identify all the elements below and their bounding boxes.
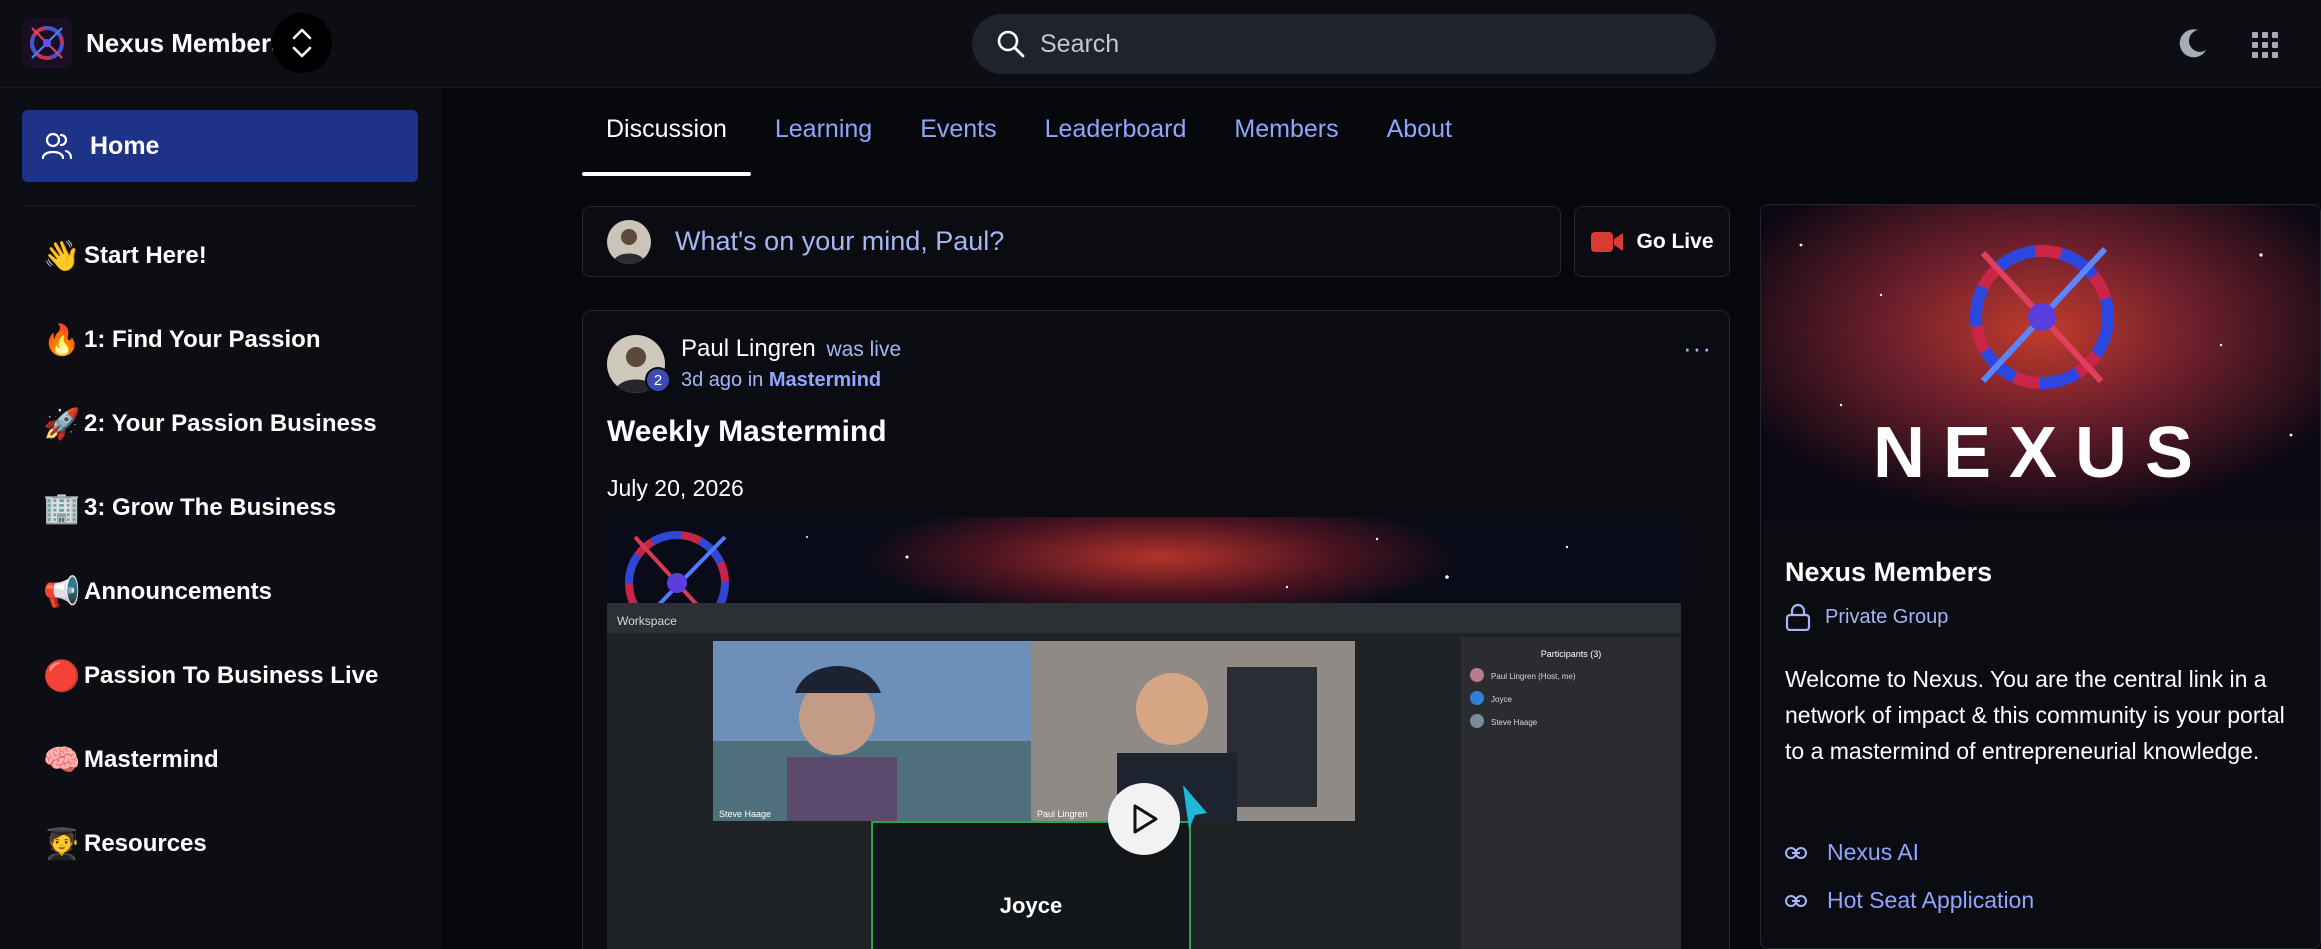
tab-learning[interactable]: Learning	[751, 100, 896, 176]
avatar	[607, 219, 651, 264]
sidebar-item-resources[interactable]: 🧑‍🎓 Resources	[42, 822, 207, 866]
link-nexus-ai[interactable]: Nexus AI	[1785, 839, 1919, 866]
apps-grid-icon[interactable]	[2250, 30, 2280, 60]
composer-prompt: What's on your mind, Paul?	[675, 226, 1005, 256]
privacy-label: Private Group	[1825, 605, 1949, 628]
post-composer[interactable]: What's on your mind, Paul?	[582, 206, 1561, 277]
go-live-button[interactable]: Go Live	[1574, 206, 1730, 277]
participants-title: Participants (3)	[1541, 649, 1602, 659]
sidebar-item-label: 3: Grow The Business	[84, 494, 337, 521]
sidebar-item-start-here[interactable]: 👋 Start Here!	[42, 234, 207, 278]
link-icon	[1785, 894, 1807, 907]
waving-hand-icon: 👋	[43, 239, 81, 273]
moon-icon[interactable]	[2176, 26, 2210, 60]
post-meta: 3d ago in Mastermind	[681, 369, 881, 392]
sidebar-item-label: 2: Your Passion Business	[84, 410, 377, 437]
sidebar-item-announcements[interactable]: 📢 Announcements	[42, 570, 272, 614]
brand[interactable]: Nexus Members	[22, 18, 285, 68]
tab-discussion[interactable]: Discussion	[582, 100, 751, 176]
app-name: Nexus Members	[86, 27, 286, 58]
video-thumbnail-image: Workspace Steve Haage Paul Lingren Joyce…	[607, 517, 1681, 949]
top-bar: Nexus Members	[0, 0, 2321, 88]
brain-icon: 🧠	[43, 743, 81, 777]
privacy-status: Private Group	[1785, 603, 1948, 631]
megaphone-icon: 📢	[43, 575, 81, 609]
link-label: Nexus AI	[1827, 839, 1920, 865]
zoom-window-label: Workspace	[617, 614, 677, 628]
group-info-card: NEXUS Nexus Members Private Group Welcom…	[1760, 204, 2321, 949]
sidebar-divider	[22, 205, 418, 206]
post-live-status: was live	[826, 338, 902, 361]
participant-name: Paul Lingren (Host, me)	[1491, 672, 1576, 681]
office-building-icon: 🏢	[43, 491, 81, 525]
speaker-name: Joyce	[1000, 893, 1062, 918]
search-input[interactable]	[1040, 29, 1660, 59]
post-author-line: Paul Lingren was live	[681, 335, 901, 363]
link-icon	[1785, 846, 1807, 859]
sidebar: Home 👋 Start Here! 🔥 1: Find Your Passio…	[0, 88, 442, 949]
sidebar-item-passion-to-business-live[interactable]: 🔴 Passion To Business Live	[42, 654, 378, 698]
participant-name: Steve Haage	[1491, 718, 1538, 727]
post-card: 2 Paul Lingren was live 3d ago in Master…	[582, 310, 1730, 949]
search-icon	[997, 30, 1025, 58]
sidebar-item-mastermind[interactable]: 🧠 Mastermind	[42, 738, 219, 782]
link-hot-seat-application[interactable]: Hot Seat Application	[1785, 887, 2034, 914]
video-camera-icon	[1591, 231, 1624, 252]
participant-name: Joyce	[1491, 695, 1512, 704]
nexus-logo	[22, 18, 72, 68]
student-icon: 🧑‍🎓	[43, 827, 81, 861]
tab-members[interactable]: Members	[1210, 100, 1362, 176]
tab-events[interactable]: Events	[896, 100, 1020, 176]
sidebar-item-find-your-passion[interactable]: 🔥 1: Find Your Passion	[42, 318, 320, 362]
tab-leaderboard[interactable]: Leaderboard	[1021, 100, 1211, 176]
level-badge: 2	[645, 367, 671, 393]
group-banner: NEXUS	[1761, 205, 2320, 519]
sidebar-item-your-passion-business[interactable]: 🚀 2: Your Passion Business	[42, 402, 377, 446]
post-in-word: in	[747, 369, 764, 391]
sidebar-item-label: Passion To Business Live	[84, 662, 379, 689]
video-thumbnail[interactable]: Workspace Steve Haage Paul Lingren Joyce…	[607, 517, 1681, 949]
community-switcher-button[interactable]	[272, 13, 332, 73]
lock-icon	[1785, 603, 1811, 631]
sidebar-item-label: Home	[90, 131, 160, 160]
users-icon	[42, 132, 72, 160]
tab-about[interactable]: About	[1363, 100, 1476, 176]
banner-logo-text: NEXUS	[1873, 413, 2211, 493]
red-circle-icon: 🔴	[43, 659, 81, 693]
sidebar-item-grow-the-business[interactable]: 🏢 3: Grow The Business	[42, 486, 336, 530]
post-date: July 20, 2026	[607, 475, 744, 501]
post-title: Weekly Mastermind	[607, 415, 887, 448]
post-group-link[interactable]: Mastermind	[769, 369, 881, 391]
switcher-chevrons-icon	[292, 28, 312, 58]
fire-icon: 🔥	[43, 323, 81, 357]
rocket-icon: 🚀	[43, 407, 81, 441]
group-description: Welcome to Nexus. You are the central li…	[1785, 666, 2285, 764]
more-options-icon[interactable]: ···	[1683, 333, 1712, 364]
post-time: 3d ago	[681, 369, 743, 391]
sidebar-item-label: Start Here!	[84, 242, 207, 269]
post-author-name[interactable]: Paul Lingren	[681, 335, 816, 362]
search-bar[interactable]	[972, 14, 1716, 74]
group-name: Nexus Members	[1785, 557, 1993, 587]
sidebar-item-label: Resources	[84, 830, 207, 857]
sidebar-item-label: Mastermind	[84, 746, 219, 773]
link-label: Hot Seat Application	[1827, 887, 2035, 913]
sidebar-item-home[interactable]: Home	[22, 110, 418, 182]
go-live-label: Go Live	[1636, 229, 1714, 253]
sidebar-item-label: 1: Find Your Passion	[84, 326, 321, 353]
video-tile-label: Steve Haage	[719, 809, 771, 819]
video-tile-label: Paul Lingren	[1037, 809, 1088, 819]
sidebar-item-label: Announcements	[84, 578, 273, 605]
community-tabs: Discussion Learning Events Leaderboard M…	[582, 100, 1476, 176]
